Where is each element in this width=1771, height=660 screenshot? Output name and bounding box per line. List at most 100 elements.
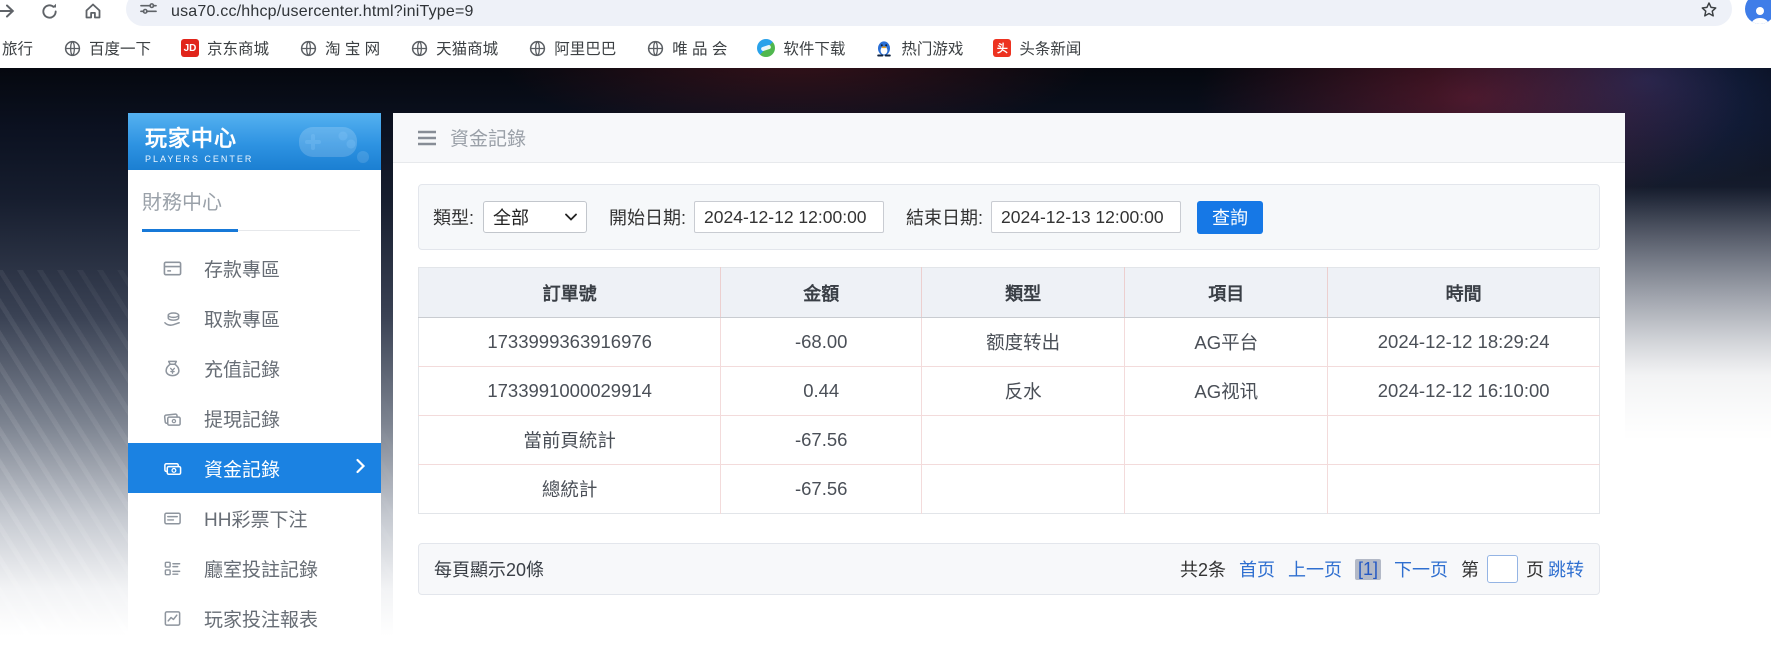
bookmark-jd[interactable]: JD 京东商城	[181, 37, 269, 59]
bookmark-tmall[interactable]: 天猫商城	[410, 37, 498, 59]
bookmark-travel[interactable]: 旅行	[2, 37, 33, 59]
ticket-icon	[163, 509, 182, 528]
wallet-icon	[163, 409, 182, 428]
sidebar-item-recharge-records[interactable]: 充值記錄	[128, 343, 381, 393]
globe-icon	[63, 39, 81, 57]
prev-page-link[interactable]: 上一页	[1288, 556, 1342, 582]
table-summary-row-total: 總統計 -67.56	[419, 465, 1600, 514]
deposit-card-icon	[163, 259, 182, 278]
sidebar-menu: 存款專區 取款專區 充值記錄 提現記錄	[128, 243, 381, 643]
cell-empty	[1328, 416, 1600, 465]
money-bag-icon	[163, 359, 182, 378]
start-date-label: 開始日期:	[609, 204, 686, 230]
table-summary-row-page: 當前頁統計 -67.56	[419, 416, 1600, 465]
sidebar-item-player-bet-report[interactable]: 玩家投注報表	[128, 593, 381, 643]
cell-amount: -68.00	[721, 318, 922, 367]
url-text[interactable]: usa70.cc/hhcp/usercenter.html?iniType=9	[171, 3, 474, 21]
jd-icon: JD	[181, 39, 199, 57]
bookmarks-bar: 旅行 百度一下 JD 京东商城 淘 宝 网 天猫商城	[0, 28, 1771, 68]
bookmark-software[interactable]: 软件下载	[757, 37, 845, 59]
start-date-input[interactable]	[694, 201, 884, 233]
first-page-link[interactable]: 首页	[1239, 556, 1275, 582]
jump-label-after: 页	[1526, 556, 1544, 582]
table-row: 1733991000029914 0.44 反水 AG视讯 2024-12-12…	[419, 367, 1600, 416]
next-page-link[interactable]: 下一页	[1394, 556, 1448, 582]
hamburger-icon[interactable]	[417, 130, 437, 146]
chevron-right-icon	[355, 458, 366, 479]
chart-icon	[163, 609, 182, 628]
gamepad-icon	[293, 119, 371, 170]
pagination-bar: 每頁顯示20條 共2条 首页 上一页 [1] 下一页 第 页 跳转	[418, 543, 1600, 595]
col-time: 時間	[1328, 268, 1600, 318]
browser-chrome: usa70.cc/hhcp/usercenter.html?iniType=9 …	[0, 0, 1771, 68]
section-divider	[142, 229, 360, 232]
bookmark-baidu[interactable]: 百度一下	[63, 37, 151, 59]
bookmark-toutiao[interactable]: 头 头条新闻	[993, 37, 1081, 59]
site-info-icon[interactable]	[140, 0, 157, 22]
penguin-icon	[875, 39, 893, 57]
globe-icon	[528, 39, 546, 57]
profile-avatar[interactable]	[1745, 0, 1771, 24]
filter-bar: 類型: 全部 開始日期: 結束日期: 查詢	[418, 184, 1600, 250]
type-select-value: 全部	[493, 204, 529, 230]
sidebar-item-hh-lottery[interactable]: HH彩票下注	[128, 493, 381, 543]
pagination-controls: 共2条 首页 上一页 [1] 下一页 第 页 跳转	[1180, 555, 1584, 583]
jump-button[interactable]: 跳转	[1548, 556, 1584, 582]
bookmark-vip[interactable]: 唯 品 会	[646, 37, 727, 59]
sidebar-item-deposit[interactable]: 存款專區	[128, 243, 381, 293]
cell-empty	[1125, 416, 1328, 465]
bookmark-alibaba[interactable]: 阿里巴巴	[528, 37, 616, 59]
cell-time: 2024-12-12 16:10:00	[1328, 367, 1600, 416]
browser-toolbar: usa70.cc/hhcp/usercenter.html?iniType=9	[0, 0, 1771, 28]
col-amount: 金額	[721, 268, 922, 318]
cell-item: AG平台	[1125, 318, 1328, 367]
cell-amount: 0.44	[721, 367, 922, 416]
current-page-badge: [1]	[1355, 559, 1381, 580]
page-size-text: 每頁顯示20條	[434, 556, 544, 582]
sidebar-header: 玩家中心 PLAYERS CENTER	[128, 113, 381, 170]
sidebar-section-finance: 財務中心	[142, 186, 381, 215]
cell-empty	[1328, 465, 1600, 514]
type-select[interactable]: 全部	[483, 201, 587, 233]
end-date-label: 結束日期:	[906, 204, 983, 230]
cell-empty	[1125, 465, 1328, 514]
sidebar-item-withdraw-area[interactable]: 取款專區	[128, 293, 381, 343]
end-date-input[interactable]	[991, 201, 1181, 233]
cell-order-no: 1733999363916976	[419, 318, 721, 367]
table-header-row: 訂單號 金額 類型 項目 時間	[419, 268, 1600, 318]
cell-summary-amount: -67.56	[721, 465, 922, 514]
forward-icon[interactable]	[0, 0, 17, 22]
hand-coins-icon	[163, 309, 182, 328]
cell-summary-amount: -67.56	[721, 416, 922, 465]
cell-summary-label: 總統計	[419, 465, 721, 514]
sidebar-item-withdraw-records[interactable]: 提現記錄	[128, 393, 381, 443]
type-label: 類型:	[433, 204, 474, 230]
address-bar[interactable]: usa70.cc/hhcp/usercenter.html?iniType=9	[126, 0, 1732, 26]
sidebar-item-hall-bet-records[interactable]: 廳室投註記錄	[128, 543, 381, 593]
cell-item: AG视讯	[1125, 367, 1328, 416]
page-title: 資金記錄	[450, 124, 526, 151]
records-table: 訂單號 金額 類型 項目 時間 1733999363916976 -68.00 …	[418, 267, 1600, 514]
bookmark-star-icon[interactable]	[1700, 1, 1718, 24]
home-icon[interactable]	[82, 0, 104, 22]
sidebar: 玩家中心 PLAYERS CENTER 財務中心 存款專區 取款專區	[128, 113, 381, 660]
cell-time: 2024-12-12 18:29:24	[1328, 318, 1600, 367]
globe-icon	[410, 39, 428, 57]
toutiao-icon: 头	[993, 39, 1011, 57]
cell-empty	[922, 465, 1125, 514]
col-type: 類型	[922, 268, 1125, 318]
web-page: 玩家中心 PLAYERS CENTER 財務中心 存款專區 取款專區	[0, 68, 1771, 660]
cell-type: 额度转出	[922, 318, 1125, 367]
reload-icon[interactable]	[38, 0, 60, 22]
main-panel: 資金記錄 類型: 全部 開始日期: 結束日期: 查詢 訂單號	[393, 113, 1625, 660]
total-count: 共2条	[1180, 556, 1226, 582]
search-button[interactable]: 查詢	[1197, 201, 1263, 234]
page-jump-input[interactable]	[1487, 555, 1518, 583]
bookmark-taobao[interactable]: 淘 宝 网	[299, 37, 380, 59]
bookmark-games[interactable]: 热门游戏	[875, 37, 963, 59]
col-item: 項目	[1125, 268, 1328, 318]
chevron-down-icon	[565, 213, 577, 221]
software-download-icon	[757, 39, 775, 57]
sidebar-item-fund-records[interactable]: 資金記錄	[128, 443, 381, 493]
globe-icon	[646, 39, 664, 57]
